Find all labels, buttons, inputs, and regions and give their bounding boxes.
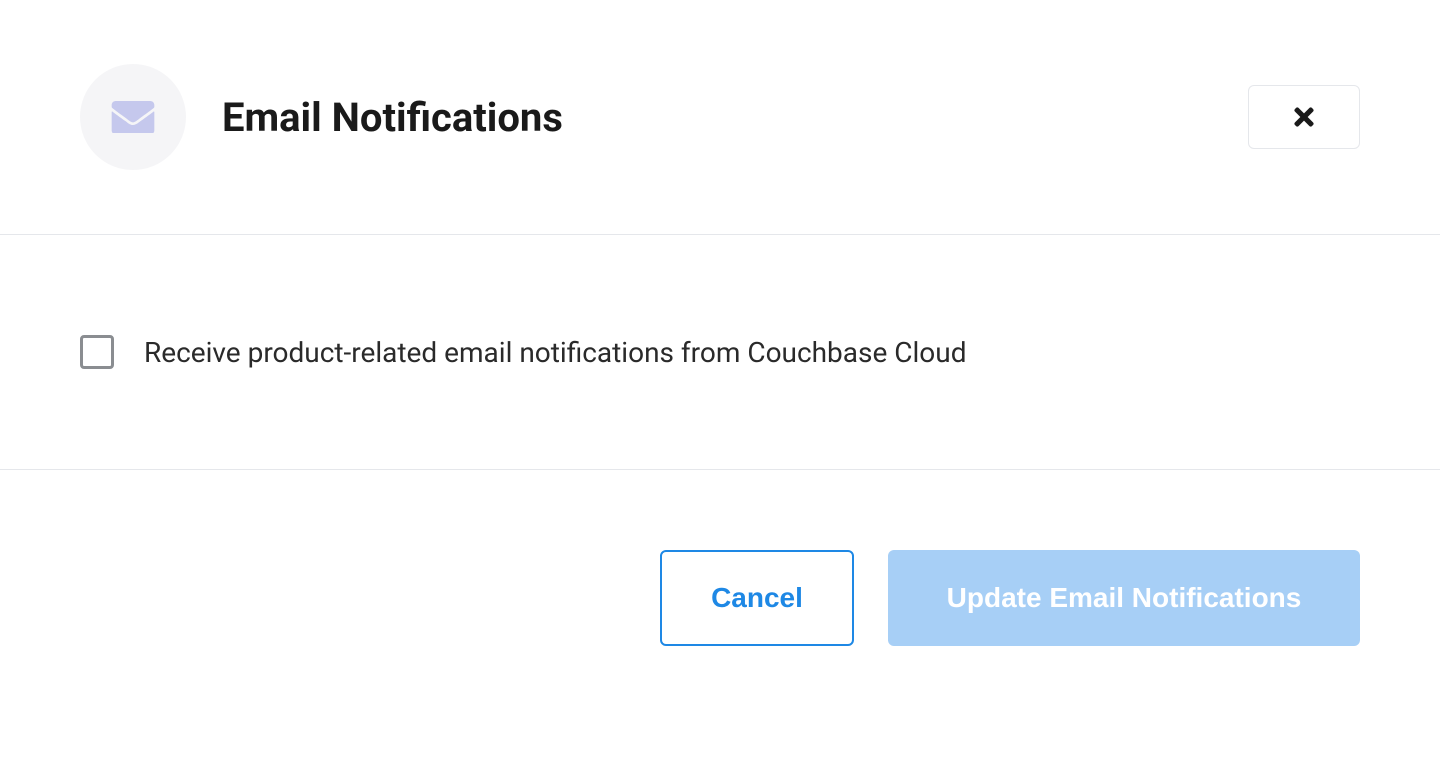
modal-header: Email Notifications [0, 0, 1440, 235]
envelope-icon [111, 101, 155, 133]
modal-title: Email Notifications [222, 94, 563, 141]
modal-footer: Cancel Update Email Notifications [0, 470, 1440, 646]
modal-body: Receive product-related email notificati… [0, 235, 1440, 470]
update-email-notifications-button[interactable]: Update Email Notifications [888, 550, 1360, 646]
close-button[interactable] [1248, 85, 1360, 149]
close-icon [1290, 103, 1318, 131]
header-icon-circle [80, 64, 186, 170]
cancel-button[interactable]: Cancel [660, 550, 854, 646]
checkbox-row: Receive product-related email notificati… [80, 335, 1360, 369]
checkbox-label: Receive product-related email notificati… [144, 336, 967, 369]
header-left: Email Notifications [80, 64, 563, 170]
notifications-checkbox[interactable] [80, 335, 114, 369]
